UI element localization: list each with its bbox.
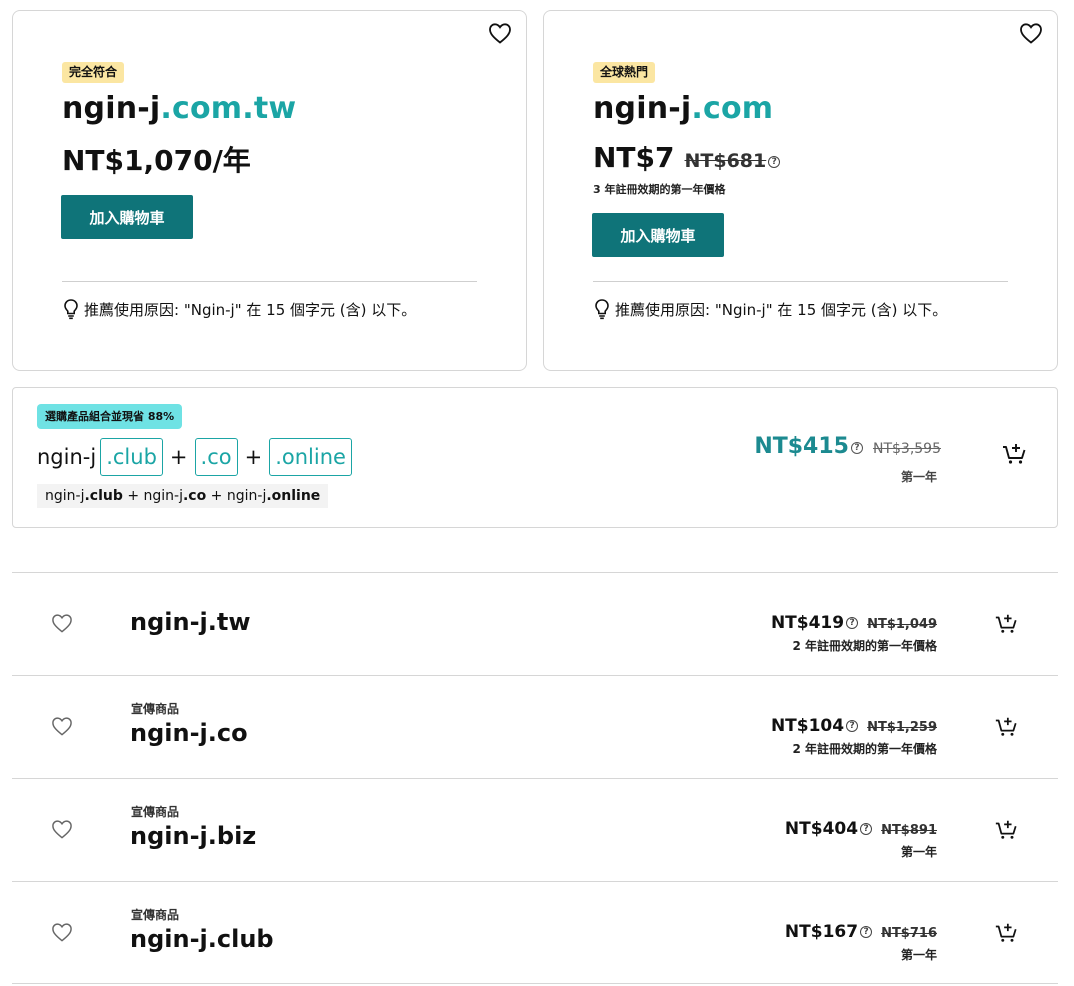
bundle-savings-badge: 選購產品組合並現省 88% [37, 404, 183, 429]
price-old: NT$891 [881, 823, 937, 838]
term-note: 2 年註冊效期的第一年價格 [792, 742, 937, 756]
info-icon[interactable]: ? [846, 617, 859, 629]
info-icon[interactable]: ? [860, 926, 873, 938]
reason-text: 推薦使用原因: "Ngin-j" 在 15 個字元 (含) 以下。 [615, 300, 948, 319]
bundle-tld-online: .online [269, 438, 352, 476]
price-now: NT$167 [784, 922, 859, 942]
global-popular-badge: 全球熱門 [593, 62, 656, 83]
bundle-sub-part: + ngin-j [122, 488, 183, 504]
info-icon[interactable]: ? [860, 823, 873, 835]
price-row: NT$7 NT$681 ? [593, 141, 781, 174]
price-now: NT$104 [770, 716, 845, 736]
heart-icon[interactable] [51, 922, 73, 942]
domain-name[interactable]: ngin-j.biz [130, 822, 256, 850]
term-note: 第一年 [900, 470, 937, 484]
domain-name[interactable]: ngin-j.tw [130, 608, 251, 636]
term-note: 第一年 [900, 845, 937, 859]
term-note: 3 年註冊效期的第一年價格 [593, 183, 726, 196]
term-note: 第一年 [900, 948, 937, 962]
domain-name[interactable]: ngin-j.co [130, 719, 248, 747]
bundle-domains: ngin-j .club + .co + .online [37, 438, 352, 476]
recommendation-reason: 推薦使用原因: "Ngin-j" 在 15 個字元 (含) 以下。 [593, 298, 947, 320]
info-icon[interactable]: ? [846, 720, 859, 732]
price-old: NT$3,595 [872, 441, 941, 457]
price-old: NT$1,259 [867, 720, 937, 735]
domain-name[interactable]: ngin-j.club [130, 925, 274, 953]
info-icon[interactable]: ? [850, 442, 863, 454]
heart-icon[interactable] [51, 716, 73, 736]
plus-sign: + [169, 445, 188, 469]
price-now: NT$419 [770, 613, 845, 633]
price-row: NT$419 ? NT$1,049 [771, 613, 937, 633]
add-to-cart-button[interactable]: 加入購物車 [61, 195, 193, 239]
heart-icon[interactable] [51, 613, 73, 633]
domain-name: ngin-j.com.tw [62, 91, 296, 126]
add-to-cart-icon[interactable] [994, 817, 1018, 841]
recommendation-reason: 推薦使用原因: "Ngin-j" 在 15 個字元 (含) 以下。 [62, 298, 416, 320]
plus-sign: + [244, 445, 263, 469]
bundle-tld-co: .co [194, 438, 238, 476]
add-to-cart-icon[interactable] [1001, 440, 1027, 466]
divider [593, 281, 1008, 282]
lightbulb-icon [595, 299, 609, 320]
promo-label: 宣傳商品 [131, 702, 180, 716]
domain-results-list: ngin-j.tw NT$419 ? NT$1,049 2 年註冊效期的第一年價… [12, 572, 1058, 984]
price-row: NT$104 ? NT$1,259 [771, 716, 937, 736]
bundle-sub-part: + ngin-j [206, 488, 267, 504]
list-item: ngin-j.tw NT$419 ? NT$1,049 2 年註冊效期的第一年價… [12, 572, 1058, 675]
lightbulb-icon [64, 299, 78, 320]
domain-base: ngin-j [62, 91, 161, 126]
price-now: NT$404 [784, 819, 859, 839]
list-item: 宣傳商品 ngin-j.biz NT$404 ? NT$891 第一年 [12, 778, 1058, 881]
bundle-sub-part: ngin-j [45, 488, 85, 504]
price-old: NT$1,049 [867, 617, 937, 632]
promo-label: 宣傳商品 [131, 805, 180, 819]
heart-icon[interactable] [51, 819, 73, 839]
domain-tld: .com.tw [160, 91, 297, 126]
domain-name: ngin-j.com [593, 91, 773, 126]
domain-base: ngin-j [593, 91, 692, 126]
list-item: 宣傳商品 ngin-j.co NT$104 ? NT$1,259 2 年註冊效期… [12, 675, 1058, 778]
reason-text: 推薦使用原因: "Ngin-j" 在 15 個字元 (含) 以下。 [84, 300, 417, 319]
bundle-sub-part: .club [84, 488, 123, 504]
heart-icon[interactable] [488, 22, 512, 44]
bundle-offer: 選購產品組合並現省 88% ngin-j .club + .co + .onli… [12, 387, 1058, 528]
add-to-cart-icon[interactable] [994, 920, 1018, 944]
featured-card-exact-match: 完全符合 ngin-j.com.tw NT$1,070/年 加入購物車 推薦使用… [12, 10, 527, 371]
bundle-sub-part: .co [182, 488, 207, 504]
add-to-cart-button[interactable]: 加入購物車 [592, 213, 724, 257]
price-old: NT$716 [881, 926, 937, 941]
bundle-tld-club: .club [100, 438, 163, 476]
add-to-cart-icon[interactable] [994, 611, 1018, 635]
info-icon[interactable]: ? [768, 156, 781, 168]
add-to-cart-icon[interactable] [994, 714, 1018, 738]
price: NT$1,070/年 [62, 144, 251, 177]
divider [62, 281, 477, 282]
price-old: NT$681 [684, 150, 767, 172]
price-row: NT$404 ? NT$891 [785, 819, 937, 839]
price-now: NT$7 [593, 141, 675, 174]
term-note: 2 年註冊效期的第一年價格 [792, 639, 937, 653]
featured-card-global-popular: 全球熱門 ngin-j.com NT$7 NT$681 ? 3 年註冊效期的第一… [543, 10, 1058, 371]
bundle-price: NT$415 ? NT$3,595 [754, 434, 941, 459]
price-row: NT$167 ? NT$716 [785, 922, 937, 942]
heart-icon[interactable] [1019, 22, 1043, 44]
bundle-domain-list: ngin-j.club + ngin-j.co + ngin-j.online [37, 484, 329, 508]
price-now: NT$415 [754, 434, 849, 459]
domain-tld: .com [691, 91, 774, 126]
bundle-base-name: ngin-j [37, 445, 97, 469]
list-item: 宣傳商品 ngin-j.club NT$167 ? NT$716 第一年 [12, 881, 1058, 984]
promo-label: 宣傳商品 [131, 908, 180, 922]
bundle-sub-part: .online [266, 488, 321, 504]
exact-match-badge: 完全符合 [62, 62, 125, 83]
